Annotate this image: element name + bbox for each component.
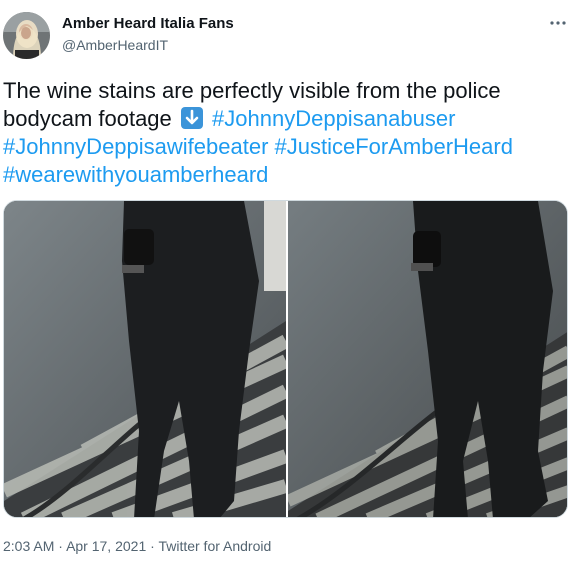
tweet-text-fragment: bodycam footage xyxy=(3,106,172,131)
tweet-media xyxy=(3,200,568,518)
tweet-text-line-1: The wine stains are perfectly visible fr… xyxy=(3,78,501,103)
tweet-text-line-4: #wearewithyouamberheard xyxy=(3,161,563,189)
tweet-text-line-2: bodycam footage #JohnnyDeppisanabuser xyxy=(3,105,563,133)
hashtag-link[interactable]: #JohnnyDeppisanabuser xyxy=(212,106,455,131)
tweet-source[interactable]: Twitter for Android xyxy=(158,538,271,554)
hashtag-link[interactable]: #JusticeForAmberHeard xyxy=(275,134,513,159)
down-arrow-emoji-icon xyxy=(180,106,204,130)
author-name[interactable]: Amber Heard Italia Fans xyxy=(62,15,234,32)
more-options-icon[interactable] xyxy=(548,13,568,33)
separator-dot: · xyxy=(58,538,63,554)
author-handle[interactable]: @AmberHeardIT xyxy=(62,37,168,53)
tweet-time[interactable]: 2:03 AM xyxy=(3,538,54,554)
separator-dot: · xyxy=(150,538,155,554)
media-image-1[interactable] xyxy=(4,201,286,517)
media-image-2[interactable] xyxy=(288,201,567,517)
tweet-date[interactable]: Apr 17, 2021 xyxy=(66,538,146,554)
hashtag-link[interactable]: #JohnnyDeppisawifebeater xyxy=(3,134,268,159)
tweet-text-line-3: #JohnnyDeppisawifebeater #JusticeForAmbe… xyxy=(3,133,563,161)
tweet-metadata: 2:03 AM · Apr 17, 2021 · Twitter for And… xyxy=(3,538,271,554)
tweet-text: The wine stains are perfectly visible fr… xyxy=(3,77,563,189)
hashtag-link[interactable]: #wearewithyouamberheard xyxy=(3,162,268,187)
profile-avatar[interactable] xyxy=(3,12,50,59)
tweet: Amber Heard Italia Fans @AmberHeardIT Th… xyxy=(0,0,568,567)
